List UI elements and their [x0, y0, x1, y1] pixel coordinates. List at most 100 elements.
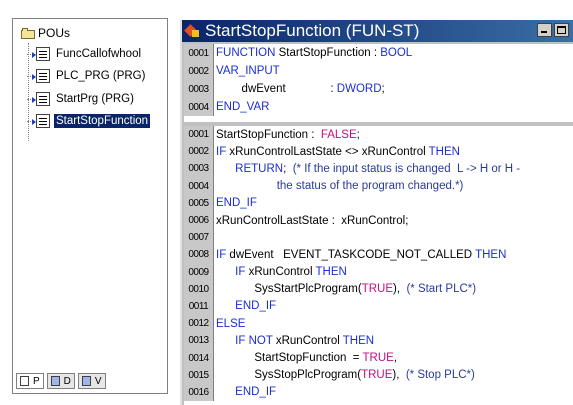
line-number: 0016	[184, 383, 214, 401]
code-text: StartStopFunction = TRUE,	[214, 352, 397, 364]
code-token: xRunControl	[275, 334, 343, 347]
code-line[interactable]: 0004 the status of the program changed.*…	[184, 177, 573, 195]
tab-visualizations[interactable]: V	[77, 373, 106, 389]
line-number: 0005	[184, 194, 214, 212]
keyword-token: BOOL	[380, 47, 413, 60]
code-line[interactable]: 0005 END_IF	[184, 194, 573, 212]
tree-root-pous[interactable]: POUs	[21, 25, 70, 41]
minimize-button[interactable]	[537, 23, 552, 37]
keyword-token: IF	[216, 248, 230, 261]
code-token: dwEvent EVENT_TASKCODE_NOT_CALLED	[229, 248, 476, 261]
code-line[interactable]: 0003 RETURN; (* If the input status is c…	[184, 160, 573, 178]
tree-item-funccallofwhool[interactable]: FuncCallofwhool	[27, 45, 165, 63]
line-number: 0004	[184, 98, 214, 117]
code-text: ELSE	[214, 318, 245, 330]
code-token: xRunControl	[248, 266, 316, 279]
code-text: SysStartPlcProgram(TRUE), (* Start PLC*)	[214, 283, 476, 295]
keyword-token: THEN	[428, 145, 460, 158]
line-number: 0012	[184, 315, 214, 333]
code-token: StartStopFunction :	[216, 128, 321, 141]
st-body-editor[interactable]: 0001 StartStopFunction : FALSE; 0002 IF xRu…	[184, 126, 573, 405]
data-types-tab-icon	[50, 376, 60, 386]
keyword-token: END_IF	[216, 386, 277, 399]
literal-token: FALSE	[320, 128, 357, 141]
code-token: ),	[392, 369, 406, 382]
code-line[interactable]: 0002 IF xRunControlLastState <> xRunContr…	[184, 143, 573, 161]
tree-item-plc-prg[interactable]: PLC_PRG (PRG)	[27, 67, 165, 85]
keyword-token: ELSE	[216, 317, 246, 330]
comment-token: the status of the program changed.*)	[216, 180, 464, 193]
code-line[interactable]: 0001 StartStopFunction : FALSE;	[184, 126, 573, 144]
code-line[interactable]: 0008 IF dwEvent EVENT_TASKCODE_NOT_CALLED…	[184, 246, 573, 264]
code-line[interactable]: 0012 ELSE	[184, 315, 573, 333]
tree-root-label: POUs	[38, 26, 71, 40]
code-line[interactable]: 0001 FUNCTION StartStopFunction : BOOL	[184, 44, 573, 63]
code-line[interactable]: 0016 END_IF	[184, 383, 573, 401]
editor-titlebar[interactable]: StartStopFunction (FUN-ST)	[182, 20, 573, 42]
comment-token: (* Stop PLC*)	[405, 369, 475, 382]
tab-data-types[interactable]: D	[46, 373, 75, 389]
line-number: 0001	[184, 44, 214, 63]
code-line[interactable]: 0011 END_IF	[184, 297, 573, 316]
line-number: 0010	[184, 280, 214, 298]
function-icon	[186, 24, 200, 38]
code-token: xRunControlLastState : xRunControl;	[216, 214, 409, 227]
code-text: RETURN; (* If the input status is change…	[214, 163, 520, 175]
keyword-token: THEN	[475, 248, 507, 261]
line-number: 0011	[184, 297, 214, 316]
code-line[interactable]: 0015 SysStopPlcProgram(TRUE), (* Stop PL…	[184, 366, 573, 384]
tree-item-label: PLC_PRG (PRG)	[56, 70, 146, 82]
line-number: 0002	[184, 143, 214, 161]
tab-pous[interactable]: P	[16, 373, 44, 389]
code-line[interactable]: 0014 StartStopFunction = TRUE,	[184, 349, 573, 367]
code-line[interactable]: 0007	[184, 229, 573, 247]
code-text: the status of the program changed.*)	[214, 180, 464, 193]
code-line[interactable]: 0003 dwEvent : DWORD;	[184, 80, 573, 99]
code-line[interactable]: 0013 IF NOT xRunControl THEN	[184, 332, 573, 350]
pous-tab-icon	[20, 376, 29, 386]
line-number: 0003	[184, 160, 214, 178]
maximize-button[interactable]	[554, 23, 569, 37]
code-token: StartStopFunction =	[216, 352, 363, 365]
tree-item-label: StartPrg (PRG)	[56, 93, 134, 105]
pou-icon	[32, 114, 50, 128]
code-token: xRunControlLastState <> xRunControl	[229, 145, 429, 158]
tree-item-startstopfunction[interactable]: StartStopFunction	[27, 112, 165, 130]
keyword-token: IF NOT	[216, 334, 276, 347]
line-number: 0008	[184, 246, 214, 264]
code-text: FUNCTION StartStopFunction : BOOL	[214, 47, 412, 59]
code-text: StartStopFunction : FALSE;	[214, 129, 360, 141]
declaration-editor[interactable]: 0001 FUNCTION StartStopFunction : BOOL 000…	[184, 44, 573, 122]
keyword-token: VAR_INPUT	[216, 65, 280, 78]
code-token: ;	[381, 83, 385, 96]
code-token: StartStopFunction :	[278, 47, 381, 60]
pou-icon	[32, 69, 50, 83]
keyword-token: IF	[216, 145, 230, 158]
line-number: 0002	[184, 62, 214, 81]
code-line[interactable]: 0010 SysStartPlcProgram(TRUE), (* Start …	[184, 280, 573, 298]
code-line[interactable]: 0006 xRunControlLastState : xRunControl;	[184, 211, 573, 230]
code-text: END_IF	[214, 197, 257, 209]
code-line[interactable]: 0004 END_VAR	[184, 98, 573, 117]
keyword-token: RETURN	[216, 162, 284, 175]
comment-token: (* If the input status is changed L -> H…	[292, 162, 521, 175]
code-line[interactable]: 0002 VAR_INPUT	[184, 62, 573, 81]
line-number: 0001	[184, 126, 214, 144]
tab-label: P	[33, 375, 40, 387]
code-text: VAR_INPUT	[214, 65, 280, 77]
code-token: SysStopPlcProgram(	[216, 369, 362, 382]
comment-token: (* Start PLC*)	[406, 283, 477, 296]
tree-item-label: FuncCallofwhool	[56, 48, 142, 60]
code-text: dwEvent : DWORD;	[214, 83, 385, 95]
code-text: xRunControlLastState : xRunControl;	[214, 215, 408, 227]
keyword-token: THEN	[315, 266, 347, 279]
code-token: dwEvent :	[216, 83, 337, 96]
code-token: ,	[393, 352, 398, 365]
tree-item-startprg[interactable]: StartPrg (PRG)	[27, 90, 165, 108]
line-number: 0006	[184, 211, 214, 230]
code-text: IF dwEvent EVENT_TASKCODE_NOT_CALLED THE…	[214, 249, 506, 261]
line-number: 0009	[184, 263, 214, 281]
pou-icon	[32, 47, 50, 61]
line-number: 0014	[184, 349, 214, 367]
code-line[interactable]: 0009 IF xRunControl THEN	[184, 263, 573, 281]
